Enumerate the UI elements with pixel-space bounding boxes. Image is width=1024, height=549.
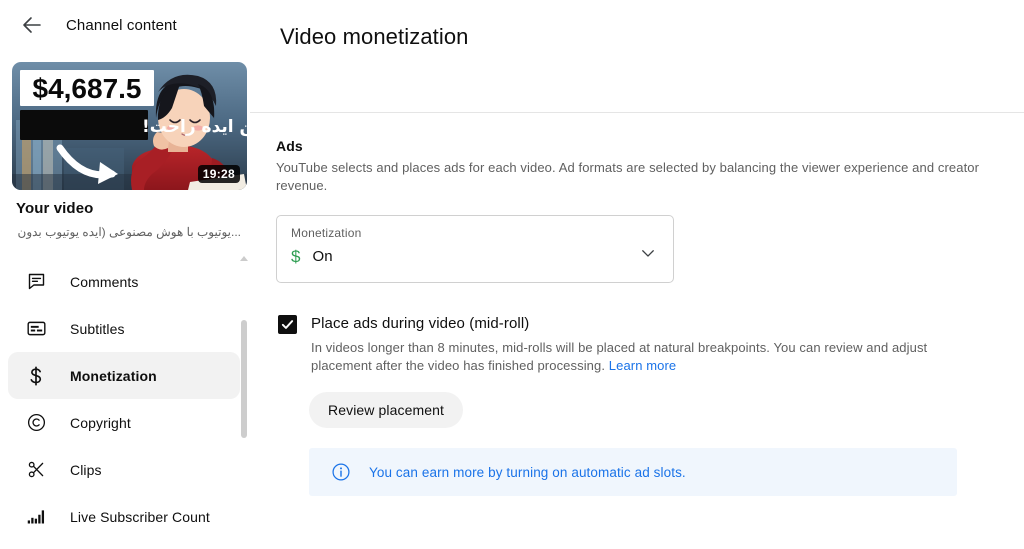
- automatic-ad-slots-banner[interactable]: You can earn more by turning on automati…: [309, 448, 957, 496]
- sidebar-item-copyright[interactable]: Copyright: [8, 399, 240, 446]
- sidebar-item-clips[interactable]: Clips: [8, 446, 240, 493]
- midroll-checkbox[interactable]: [278, 315, 297, 334]
- video-title: Your video: [16, 200, 94, 217]
- video-subtitle: ...یوتیوب با هوش مصنوعی (ایده یوتیوب بدو…: [16, 225, 241, 239]
- monetization-select-label: Monetization: [291, 226, 362, 240]
- header-divider: [250, 112, 1024, 113]
- subtitles-icon: [24, 317, 48, 341]
- learn-more-link[interactable]: Learn more: [609, 358, 676, 373]
- monetization-select-value-row: $ On: [291, 248, 333, 265]
- youtube-studio-video-monetization-page: Channel content $4,687.5 ایده راحت! 19:2…: [0, 0, 1024, 549]
- sidebar-header: Channel content: [0, 0, 250, 50]
- midroll-checkbox-block: Place ads during video (mid-roll) In vid…: [276, 314, 1024, 375]
- monetization-select-value: On: [312, 248, 333, 265]
- sidebar-item-label: Comments: [70, 273, 139, 290]
- svg-text:با این ایده راحت!: با این ایده راحت!: [142, 117, 247, 137]
- sidebar-item-live-subscriber-count[interactable]: Live Subscriber Count: [8, 493, 240, 540]
- video-meta: Your video ...یوتیوب با هوش مصنوعی (ایده…: [16, 200, 241, 240]
- chevron-down-icon[interactable]: [639, 244, 657, 262]
- sidebar-item-comments[interactable]: Comments: [8, 258, 240, 305]
- copyright-icon: [24, 411, 48, 435]
- sidebar-item-label: Clips: [70, 461, 102, 478]
- review-placement-button[interactable]: Review placement: [309, 392, 463, 428]
- comment-icon: [24, 270, 48, 294]
- sidebar-item-label: Copyright: [70, 414, 131, 431]
- sidebar-item-monetization[interactable]: Monetization: [8, 352, 240, 399]
- sidebar: Channel content $4,687.5 ایده راحت! 19:2…: [0, 0, 250, 549]
- sidebar-item-label: Subtitles: [70, 320, 125, 337]
- dollar-icon: $: [291, 247, 301, 266]
- scissors-icon: [24, 458, 48, 482]
- video-duration-badge: 19:28: [197, 165, 240, 183]
- ads-section-title: Ads: [276, 138, 303, 154]
- video-thumbnail[interactable]: $4,687.5 با این ایده راحت! 19:28: [12, 62, 247, 190]
- sidebar-nav: Comments Subtitles Monetization Copyrigh…: [0, 258, 250, 540]
- ads-section-description: YouTube selects and places ads for each …: [276, 160, 980, 193]
- main-content: Video monetization Ads YouTube selects a…: [250, 0, 1024, 549]
- back-arrow-icon[interactable]: [20, 13, 44, 37]
- checkmark-icon: [281, 320, 294, 329]
- bar-chart-icon: [24, 505, 48, 529]
- ads-section: Ads YouTube selects and places ads for e…: [276, 138, 1024, 496]
- monetization-select[interactable]: Monetization $ On: [276, 215, 674, 283]
- sidebar-item-subtitles[interactable]: Subtitles: [8, 305, 240, 352]
- midroll-description: In videos longer than 8 minutes, mid-rol…: [311, 339, 966, 375]
- sidebar-scrollbar[interactable]: [241, 320, 247, 438]
- midroll-label: Place ads during video (mid-roll): [311, 315, 530, 332]
- page-title: Video monetization: [280, 24, 469, 49]
- info-circle-icon: [332, 463, 350, 481]
- sidebar-header-title: Channel content: [66, 16, 177, 34]
- automatic-ad-slots-banner-text: You can earn more by turning on automati…: [369, 464, 686, 480]
- dollar-icon: [24, 364, 48, 388]
- sidebar-item-label: Live Subscriber Count: [70, 508, 210, 525]
- sidebar-item-label: Monetization: [70, 367, 157, 384]
- svg-text:$4,687.5: $4,687.5: [33, 73, 142, 104]
